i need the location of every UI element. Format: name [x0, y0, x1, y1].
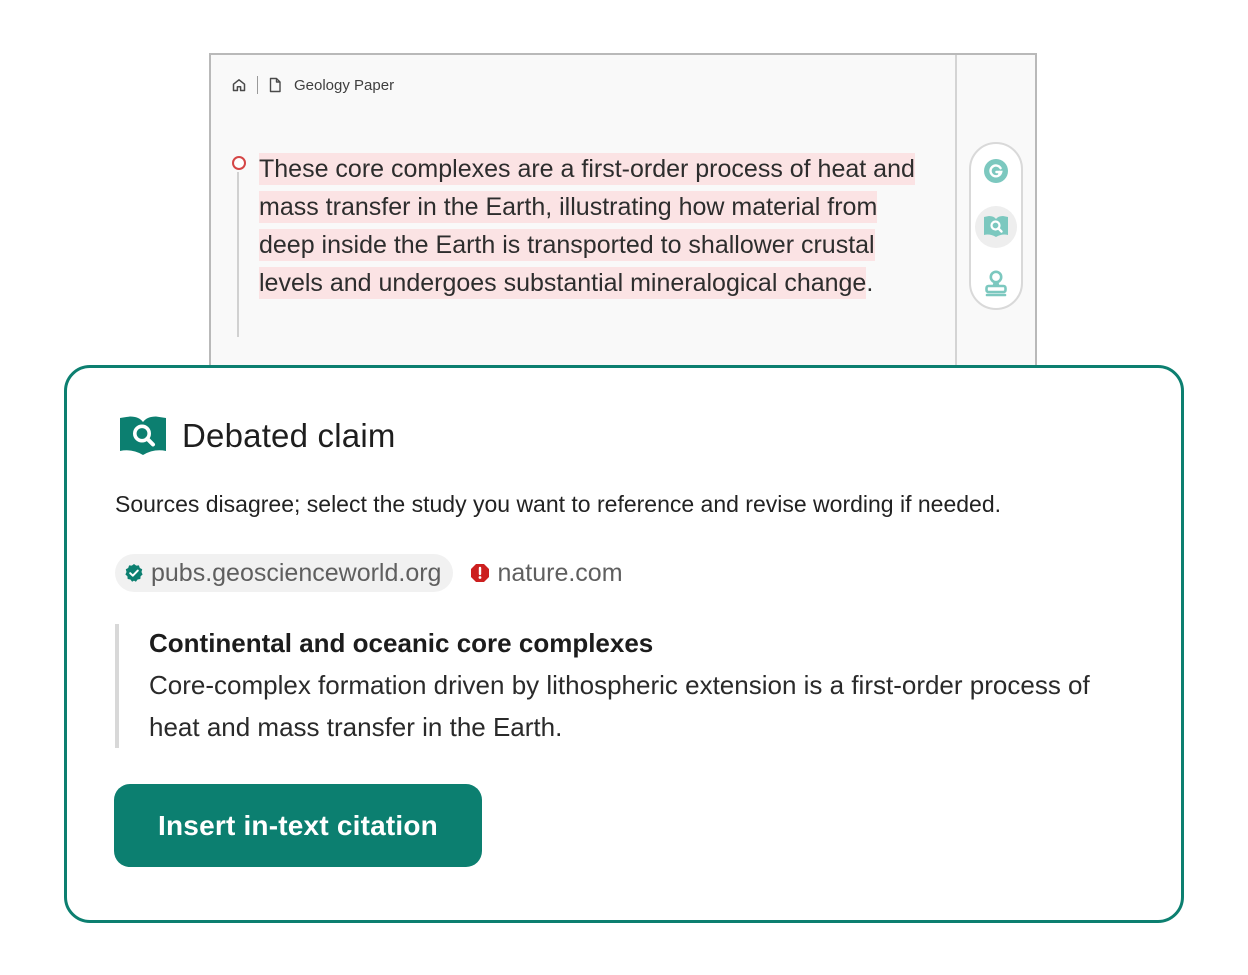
- editor-window: Geology Paper These core complexes are a…: [209, 53, 1037, 383]
- stamp-button[interactable]: [975, 262, 1017, 304]
- tool-rail: [969, 142, 1023, 310]
- breadcrumb: Geology Paper: [231, 75, 394, 95]
- source-chip-nature[interactable]: nature.com: [461, 554, 634, 592]
- card-header: Debated claim: [118, 413, 396, 459]
- alert-icon: [470, 563, 490, 583]
- insert-citation-button[interactable]: Insert in-text citation: [114, 784, 482, 867]
- sidebar-divider: [955, 55, 957, 383]
- suggestion-marker[interactable]: [232, 156, 246, 170]
- grammarly-icon: [983, 158, 1009, 184]
- home-icon[interactable]: [231, 77, 247, 93]
- document-title[interactable]: Geology Paper: [294, 77, 394, 94]
- book-search-icon: [118, 413, 168, 459]
- passage-trailing: .: [866, 269, 874, 297]
- card-description: Sources disagree; select the study you w…: [115, 491, 1002, 517]
- suggestion-line: [237, 172, 239, 337]
- stage: Geology Paper These core complexes are a…: [0, 0, 1248, 975]
- quote-body: Core-complex formation driven by lithosp…: [149, 670, 1090, 742]
- breadcrumb-separator: [257, 76, 258, 94]
- book-search-icon: [982, 214, 1010, 240]
- citation-check-button[interactable]: [975, 206, 1017, 248]
- quote-title: Continental and oceanic core complexes: [149, 628, 654, 658]
- card-title: Debated claim: [182, 417, 396, 454]
- source-quote: Continental and oceanic core complexes C…: [115, 624, 1115, 748]
- stamp-icon: [983, 269, 1009, 297]
- source-label: nature.com: [497, 558, 623, 587]
- verified-check-icon: [124, 563, 144, 583]
- debated-claim-card: Debated claim Sources disagree; select t…: [64, 365, 1184, 923]
- source-label: pubs.geoscienceworld.org: [151, 558, 442, 587]
- grammarly-button[interactable]: [975, 150, 1017, 192]
- source-list: pubs.geoscienceworld.org nature.com: [115, 554, 635, 592]
- document-icon: [268, 77, 282, 93]
- document-passage[interactable]: These core complexes are a first-order p…: [259, 150, 939, 302]
- highlighted-claim[interactable]: These core complexes are a first-order p…: [259, 153, 915, 299]
- source-chip-geoscienceworld[interactable]: pubs.geoscienceworld.org: [115, 554, 454, 592]
